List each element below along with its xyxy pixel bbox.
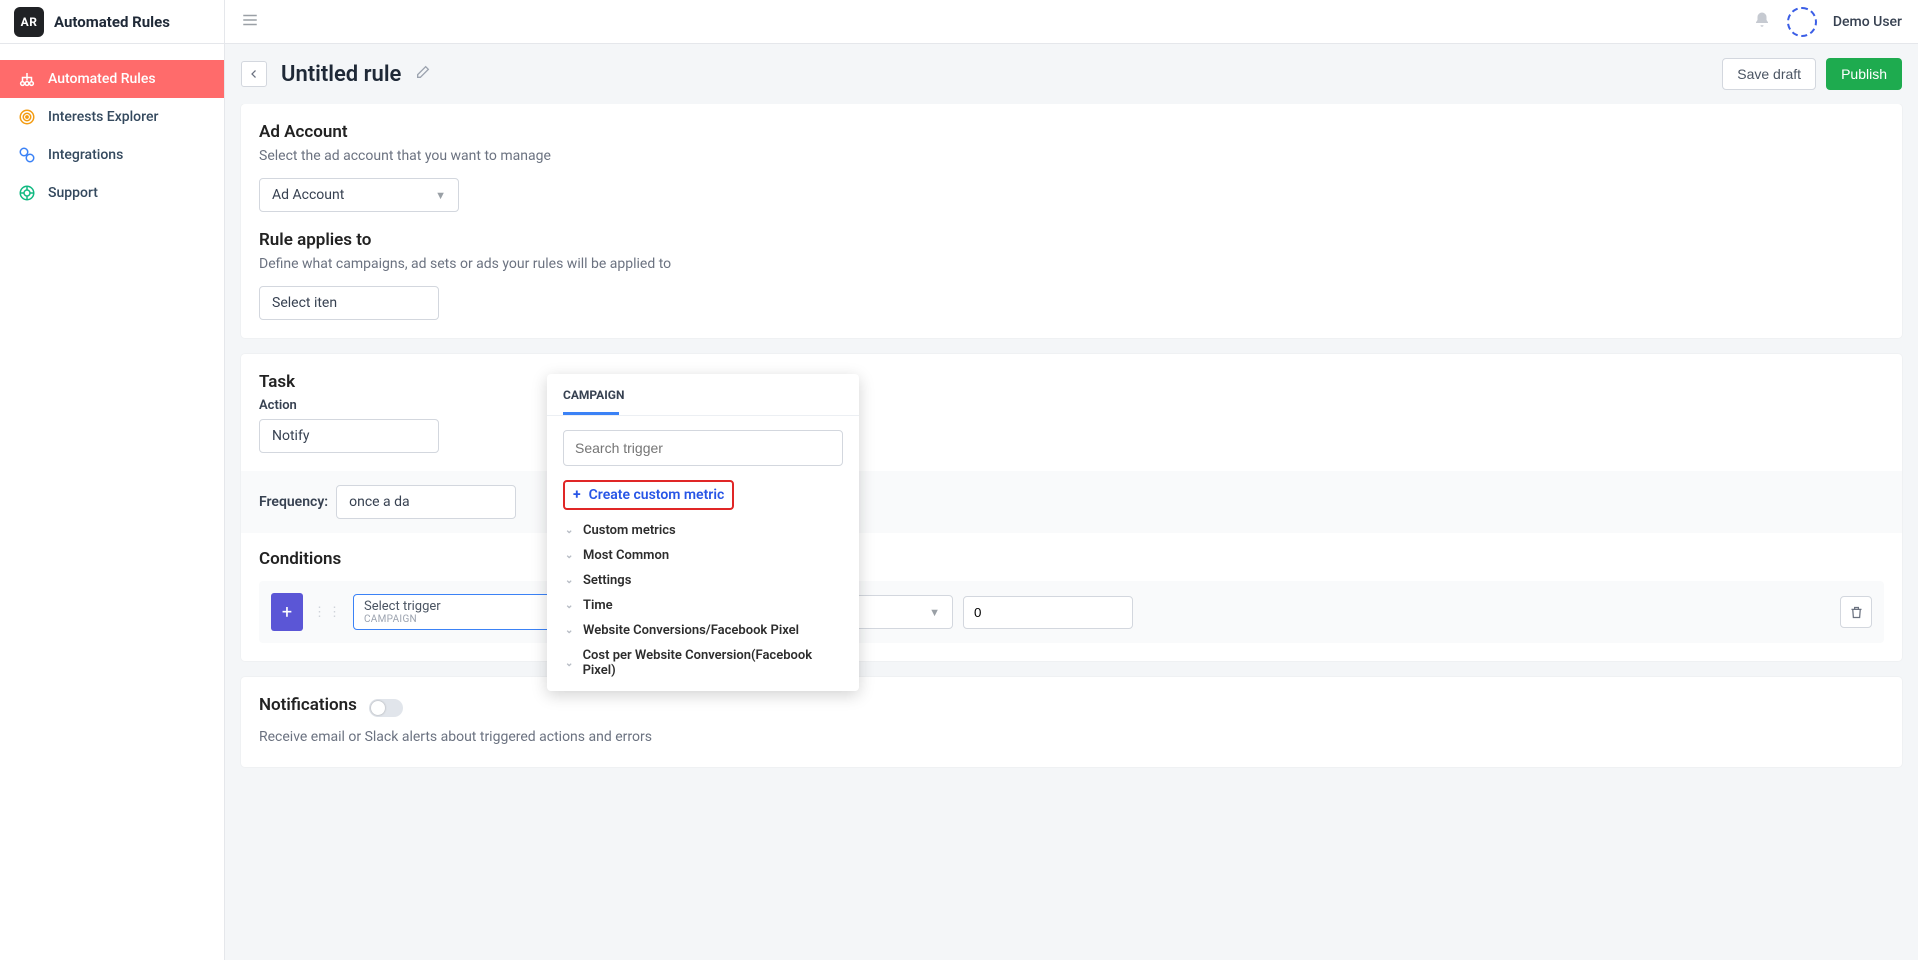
- card-task: Task Action Notify Frequency: once a da: [241, 354, 1902, 661]
- category-cost-per-conversion[interactable]: ⌄ Cost per Website Conversion(Facebook P…: [563, 643, 839, 683]
- trigger-sub: CAMPAIGN: [364, 614, 562, 625]
- frequency-value: once a da: [349, 494, 410, 510]
- task-heading: Task: [259, 372, 1884, 392]
- category-label: Settings: [583, 573, 631, 588]
- applies-to-heading: Rule applies to: [259, 230, 1884, 250]
- target-icon: [18, 108, 36, 126]
- edit-icon[interactable]: [415, 64, 431, 84]
- create-metric-label: Create custom metric: [589, 487, 725, 503]
- chevron-down-icon: ⌄: [565, 658, 575, 669]
- drag-handle-icon[interactable]: ⋮⋮: [313, 605, 343, 620]
- popup-tab[interactable]: CAMPAIGN: [547, 374, 859, 402]
- brand-logo: AR: [14, 7, 44, 37]
- applies-to-value: Select iten: [272, 295, 337, 311]
- frequency-strip: Frequency: once a da: [241, 471, 1902, 533]
- category-website-conversions[interactable]: ⌄ Website Conversions/Facebook Pixel: [563, 618, 839, 643]
- title-row: Untitled rule Save draft Publish: [225, 44, 1918, 104]
- action-label: Action: [259, 398, 1884, 413]
- integrations-icon: [18, 146, 36, 164]
- sidebar-nav: Automated Rules Interests Explorer Integ…: [0, 44, 224, 228]
- conditions-section: Conditions + ⋮⋮ Select trigger CAMPAIGN …: [259, 549, 1884, 643]
- notifications-heading: Notifications: [259, 695, 357, 715]
- sidebar-item-integrations[interactable]: Integrations: [0, 136, 224, 174]
- ad-account-select[interactable]: Ad Account ▼: [259, 178, 459, 212]
- delete-condition-button[interactable]: [1840, 596, 1872, 628]
- chevron-down-icon: ▼: [929, 606, 940, 619]
- brand: AR Automated Rules: [0, 0, 224, 44]
- frequency-select[interactable]: once a da: [336, 485, 516, 519]
- search-trigger-input[interactable]: [563, 430, 843, 466]
- ad-account-value: Ad Account: [272, 187, 344, 203]
- chevron-down-icon: ⌄: [565, 550, 575, 561]
- chevron-down-icon: ⌄: [565, 625, 575, 636]
- trigger-input[interactable]: Select trigger CAMPAIGN: [353, 594, 573, 630]
- save-draft-button[interactable]: Save draft: [1722, 58, 1816, 90]
- sidebar-item-automated-rules[interactable]: Automated Rules: [0, 60, 224, 98]
- sidebar: AR Automated Rules Automated Rules Inter…: [0, 0, 225, 960]
- sidebar-item-label: Automated Rules: [48, 71, 156, 87]
- brand-title: Automated Rules: [54, 13, 170, 31]
- category-label: Website Conversions/Facebook Pixel: [583, 623, 799, 638]
- user-name: Demo User: [1833, 14, 1902, 30]
- support-icon: [18, 184, 36, 202]
- ad-account-heading: Ad Account: [259, 122, 1884, 142]
- applies-to-sub: Define what campaigns, ad sets or ads yo…: [259, 256, 1884, 272]
- chevron-down-icon: ⌄: [565, 600, 575, 611]
- bell-icon[interactable]: [1753, 11, 1771, 33]
- sidebar-item-interests-explorer[interactable]: Interests Explorer: [0, 98, 224, 136]
- page-title: Untitled rule: [281, 62, 401, 87]
- value-input[interactable]: [963, 596, 1133, 629]
- hamburger-icon[interactable]: [235, 5, 265, 39]
- category-settings[interactable]: ⌄ Settings: [563, 568, 839, 593]
- back-button[interactable]: [241, 61, 267, 87]
- frequency-label: Frequency:: [259, 494, 328, 510]
- category-label: Custom metrics: [583, 523, 676, 538]
- chevron-down-icon: ⌄: [565, 525, 575, 536]
- sidebar-item-label: Interests Explorer: [48, 109, 158, 125]
- category-label: Cost per Website Conversion(Facebook Pix…: [583, 648, 837, 678]
- trigger-category-list[interactable]: ⌄ Custom metrics ⌄ Most Common ⌄ Setting…: [563, 518, 843, 683]
- publish-button[interactable]: Publish: [1826, 58, 1902, 90]
- category-label: Most Common: [583, 548, 669, 563]
- ad-account-sub: Select the ad account that you want to m…: [259, 148, 1884, 164]
- condition-row: + ⋮⋮ Select trigger CAMPAIGN Lifetime ▼ …: [259, 581, 1884, 643]
- trigger-popup: CAMPAIGN + Create custom metric ⌄ Custom…: [547, 374, 859, 691]
- chevron-down-icon: ⌄: [565, 575, 575, 586]
- sidebar-item-label: Support: [48, 185, 98, 201]
- category-time[interactable]: ⌄ Time: [563, 593, 839, 618]
- applies-to-select[interactable]: Select iten: [259, 286, 439, 320]
- trigger-title: Select trigger: [364, 599, 562, 614]
- notifications-toggle[interactable]: [369, 699, 403, 717]
- chevron-down-icon: ▼: [435, 189, 446, 202]
- category-most-common[interactable]: ⌄ Most Common: [563, 543, 839, 568]
- conditions-heading: Conditions: [259, 549, 1884, 569]
- notifications-sub: Receive email or Slack alerts about trig…: [259, 729, 1884, 745]
- card-notifications: Notifications Receive email or Slack ale…: [241, 677, 1902, 767]
- sidebar-item-support[interactable]: Support: [0, 174, 224, 212]
- avatar[interactable]: [1787, 7, 1817, 37]
- rules-icon: [18, 70, 36, 88]
- action-value: Notify: [272, 428, 309, 444]
- card-ad-account: Ad Account Select the ad account that yo…: [241, 104, 1902, 338]
- add-condition-button[interactable]: +: [271, 593, 303, 631]
- sidebar-item-label: Integrations: [48, 147, 123, 163]
- category-custom-metrics[interactable]: ⌄ Custom metrics: [563, 518, 839, 543]
- create-custom-metric-button[interactable]: + Create custom metric: [563, 480, 734, 510]
- action-select[interactable]: Notify: [259, 419, 439, 453]
- category-label: Time: [583, 598, 613, 613]
- topbar: Demo User: [225, 0, 1918, 44]
- plus-icon: +: [573, 487, 581, 503]
